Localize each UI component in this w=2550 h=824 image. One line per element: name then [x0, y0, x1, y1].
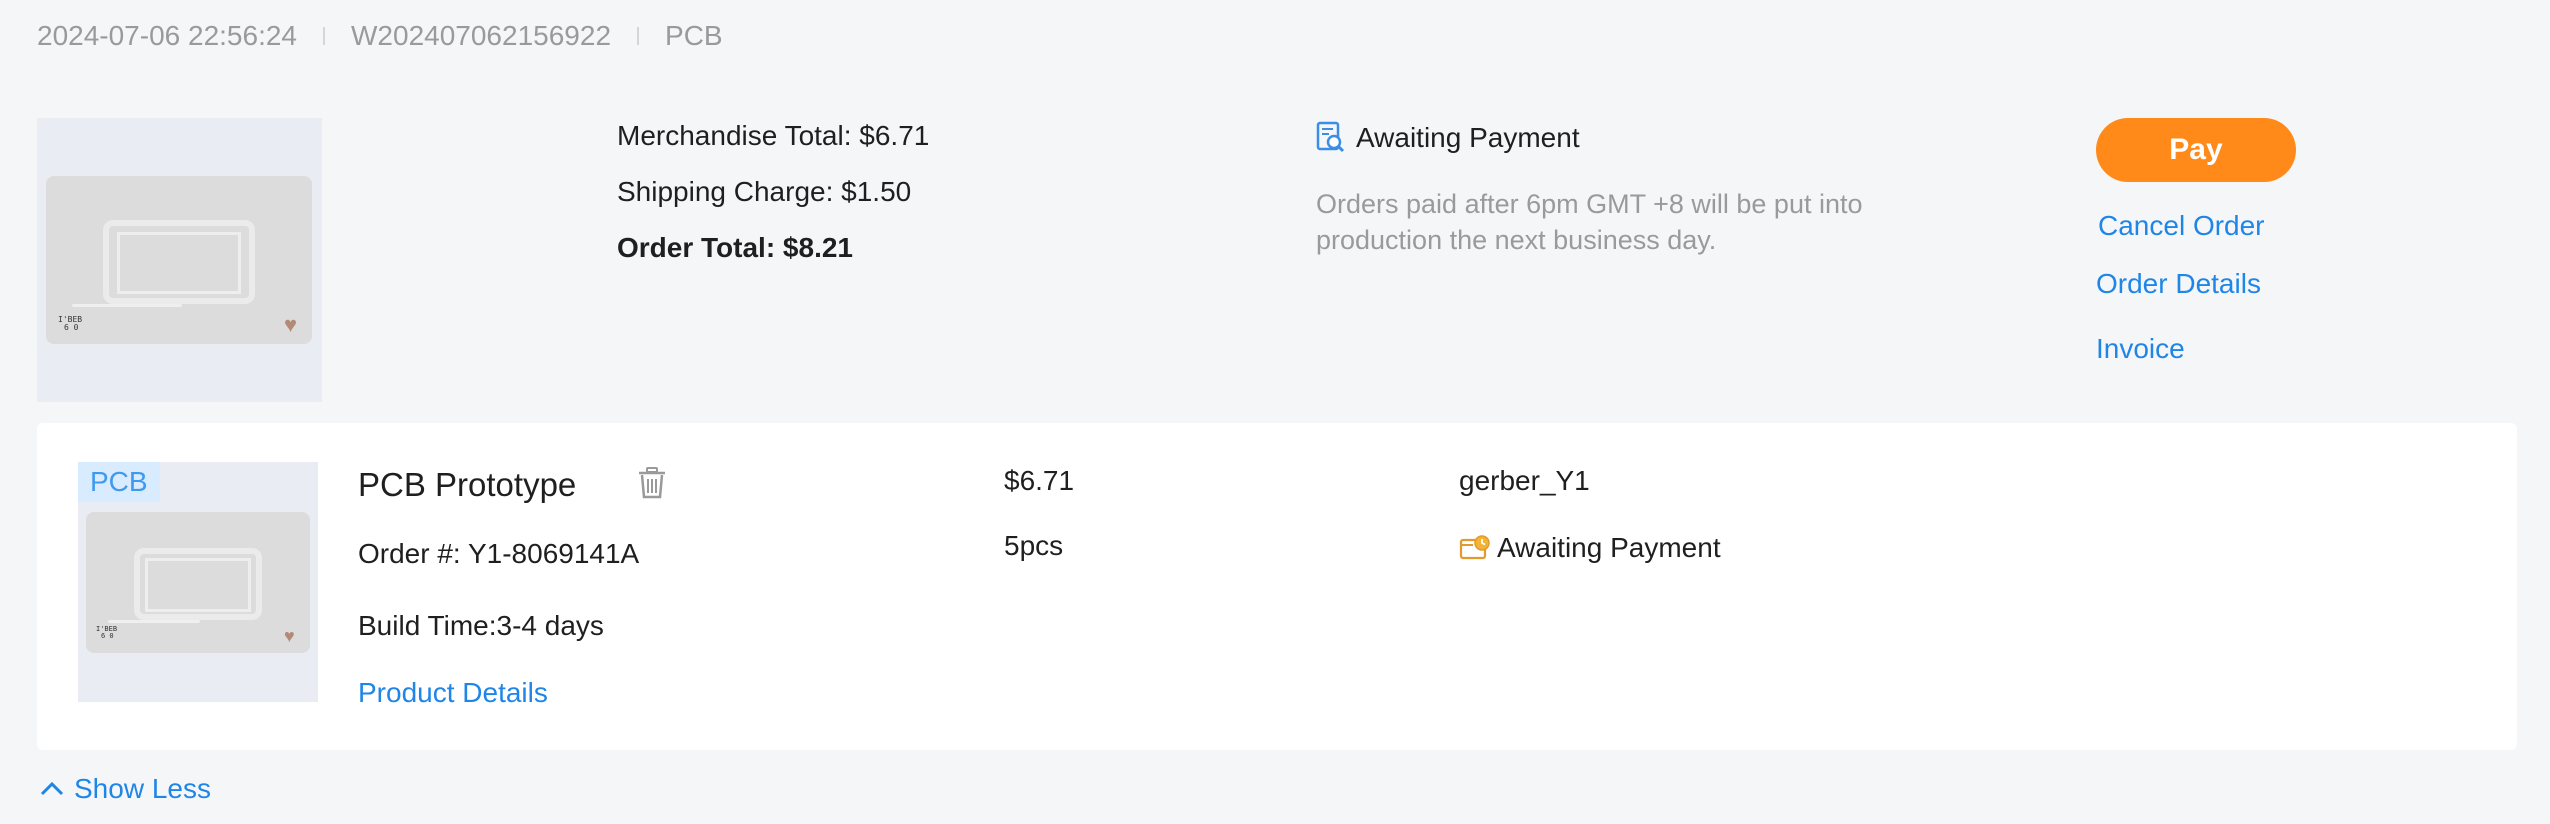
gerber-file: gerber_Y1	[1459, 465, 1590, 496]
pay-button[interactable]: Pay	[2096, 118, 2296, 182]
laptop-screen	[117, 232, 241, 294]
chevron-up-icon	[40, 781, 64, 797]
show-less-toggle[interactable]: Show Less	[40, 773, 211, 805]
order-status: Awaiting Payment	[1316, 121, 1580, 155]
cancel-order-link[interactable]: Cancel Order	[2098, 210, 2265, 242]
item-order-number: Order #: Y1-8069141A	[358, 538, 640, 569]
laptop-screen	[145, 558, 251, 612]
product-details-link[interactable]: Product Details	[358, 677, 548, 709]
chip-label: I'BEB 6 0	[58, 315, 83, 332]
divider	[323, 27, 325, 45]
item-status: Awaiting Payment	[1459, 532, 1721, 564]
cable	[72, 304, 182, 307]
payment-note: Orders paid after 6pm GMT +8 will be put…	[1316, 189, 1863, 255]
show-less-label: Show Less	[74, 773, 211, 804]
product-image: I'BEB 6 0 ♥	[46, 176, 312, 344]
heart-icon: ♥	[284, 312, 298, 337]
divider	[637, 27, 640, 45]
order-category: PCB	[665, 20, 723, 51]
wallet-clock-icon	[1459, 534, 1491, 562]
item-status-label: Awaiting Payment	[1497, 532, 1721, 563]
product-image: I'BEB 6 0 ♥	[86, 512, 310, 653]
chip-label: I'BEB 6 0	[96, 625, 118, 640]
shipping-charge: Shipping Charge: $1.50	[617, 176, 912, 207]
cable	[108, 620, 200, 623]
merchandise-total: Merchandise Total: $6.71	[617, 120, 930, 151]
order-meta: 2024-07-06 22:56:24 W202407062156922 PCB	[37, 20, 723, 52]
trash-icon[interactable]	[636, 466, 668, 500]
item-price: $6.71	[1004, 465, 1075, 496]
build-time: Build Time:3-4 days	[358, 610, 604, 641]
item-title: PCB Prototype	[358, 466, 577, 503]
item-quantity: 5pcs	[1004, 530, 1064, 561]
heart-icon: ♥	[284, 626, 295, 646]
category-tag: PCB	[78, 462, 160, 502]
order-number: W202407062156922	[351, 20, 612, 51]
invoice-link[interactable]: Invoice	[2096, 333, 2185, 365]
order-details-link[interactable]: Order Details	[2096, 268, 2261, 300]
order-thumbnail: I'BEB 6 0 ♥	[37, 118, 322, 402]
order-datetime: 2024-07-06 22:56:24	[37, 20, 297, 51]
status-label: Awaiting Payment	[1356, 122, 1580, 153]
order-total: Order Total: $8.21	[617, 232, 854, 263]
document-search-icon	[1316, 121, 1346, 155]
